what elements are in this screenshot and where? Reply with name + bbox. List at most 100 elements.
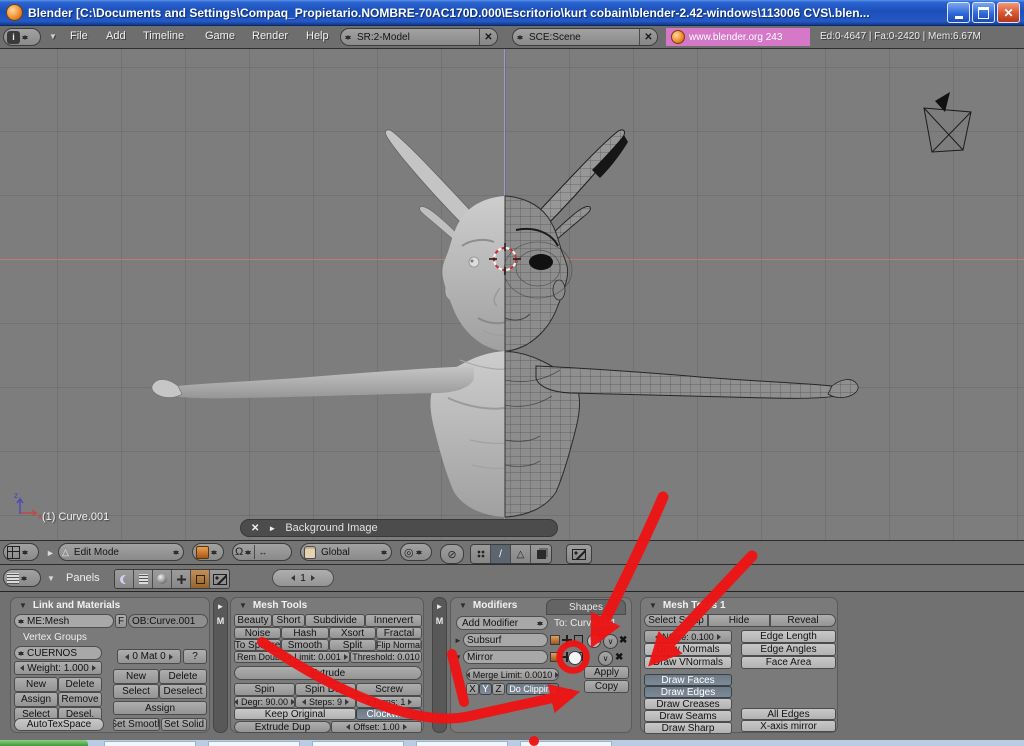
extrude-button[interactable]: Extrude bbox=[234, 666, 422, 680]
edge-select-button[interactable]: / bbox=[491, 545, 511, 563]
frame-number-field[interactable]: 1 bbox=[272, 569, 334, 587]
blender-version-banner[interactable]: www.blender.org 243 bbox=[666, 28, 810, 46]
draw-faces-toggle[interactable]: Draw Faces bbox=[644, 674, 732, 686]
flip-normal-button[interactable]: Flip Normal bbox=[376, 639, 422, 651]
expand-icon[interactable]: ► bbox=[217, 602, 225, 611]
set-smooth-button[interactable]: Set Smooth bbox=[113, 718, 160, 731]
collapse-modifier-button[interactable]: ∨ bbox=[598, 651, 613, 666]
menu-render[interactable]: Render bbox=[252, 30, 288, 42]
script-context-button[interactable] bbox=[134, 570, 153, 588]
logic-context-button[interactable] bbox=[115, 570, 134, 588]
short-toggle[interactable]: Short bbox=[272, 614, 305, 627]
vgroup-new-button[interactable]: New bbox=[14, 677, 58, 692]
cage-toggle-button[interactable] bbox=[568, 651, 582, 665]
draw-seams-toggle[interactable]: Draw Seams bbox=[644, 710, 732, 722]
x-axis-mirror-toggle[interactable]: X-axis mirror bbox=[741, 720, 836, 732]
collapse-modifier-button[interactable]: ∨ bbox=[603, 634, 618, 649]
material-new-button[interactable]: New bbox=[113, 669, 159, 684]
collapse-icon[interactable]: ▼ bbox=[459, 602, 467, 610]
orientation-selector[interactable]: Global bbox=[300, 543, 392, 561]
shading-context-button[interactable] bbox=[153, 570, 172, 588]
editor-type-selector[interactable] bbox=[3, 569, 41, 587]
menu-help[interactable]: Help bbox=[306, 30, 329, 42]
autotexspace-toggle[interactable]: AutoTexSpace bbox=[14, 718, 104, 731]
material-select-button[interactable]: Select bbox=[113, 684, 159, 699]
degrees-field[interactable]: Degr: 90.00 bbox=[234, 696, 295, 708]
material-delete-button[interactable]: Delete bbox=[159, 669, 207, 684]
collapse-icon[interactable]: ▼ bbox=[239, 602, 247, 610]
spin-dup-button[interactable]: Spin Dup bbox=[295, 683, 356, 696]
cage-toggle-button[interactable] bbox=[587, 634, 601, 648]
object-context-button[interactable] bbox=[172, 570, 191, 588]
delete-modifier-button[interactable]: ✖ bbox=[619, 635, 627, 646]
draw-creases-toggle[interactable]: Draw Creases bbox=[644, 698, 732, 710]
vertex-group-field[interactable]: CUERNOS bbox=[14, 646, 102, 660]
render-preview-button[interactable] bbox=[566, 544, 592, 564]
subdivide-button[interactable]: Subdivide bbox=[305, 614, 365, 627]
pivot-selector[interactable]: Ω ↔ bbox=[232, 543, 292, 561]
offset-field[interactable]: Offset: 1.00 bbox=[331, 721, 422, 733]
smooth-button[interactable]: Smooth bbox=[281, 639, 329, 651]
reveal-button[interactable]: Reveal bbox=[770, 614, 836, 627]
weight-field[interactable]: Weight: 1.000 bbox=[14, 661, 102, 675]
draw-type-selector[interactable] bbox=[192, 543, 224, 561]
render-toggle-icon[interactable] bbox=[550, 652, 560, 662]
taskbar-item[interactable] bbox=[104, 741, 196, 746]
window-titlebar[interactable]: Blender [C:\Documents and Settings\Compa… bbox=[0, 0, 1024, 26]
split-button[interactable]: Split bbox=[329, 639, 376, 651]
camera-wireframe[interactable] bbox=[924, 92, 971, 152]
modifier-name[interactable]: Mirror bbox=[467, 652, 493, 663]
face-area-toggle[interactable]: Face Area bbox=[741, 656, 836, 669]
fractal-button[interactable]: Fractal bbox=[376, 627, 422, 639]
vgroup-delete-button[interactable]: Delete bbox=[58, 677, 102, 692]
panel-header[interactable]: ▼ Mesh Tools 1 bbox=[641, 598, 837, 613]
all-edges-toggle[interactable]: All Edges bbox=[741, 708, 836, 720]
screen-selector[interactable]: SR:2-Model ✕ bbox=[340, 28, 498, 46]
collapse-menus-icon[interactable]: ▼ bbox=[49, 33, 57, 41]
material-assign-button[interactable]: Assign bbox=[113, 701, 207, 715]
material-deselect-button[interactable]: Deselect bbox=[159, 684, 207, 699]
panel-header[interactable]: ▼ Link and Materials bbox=[11, 598, 209, 613]
modifier-name[interactable]: Subsurf bbox=[467, 635, 501, 646]
collapse-icon[interactable]: ▼ bbox=[649, 602, 657, 610]
collapse-icon[interactable]: ▼ bbox=[454, 653, 462, 662]
steps-field[interactable]: Steps: 9 bbox=[295, 696, 356, 708]
screen-delete-button[interactable]: ✕ bbox=[479, 29, 497, 45]
close-button[interactable]: ✕ bbox=[997, 2, 1020, 23]
nsize-field[interactable]: NSize: 0.100 bbox=[644, 630, 732, 643]
proportional-falloff-selector[interactable]: ◎ bbox=[400, 543, 432, 561]
menu-game[interactable]: Game bbox=[205, 30, 235, 42]
add-modifier-menu[interactable]: Add Modifier bbox=[456, 616, 548, 630]
hash-button[interactable]: Hash bbox=[281, 627, 329, 639]
turns-field[interactable]: Turns: 1 bbox=[356, 696, 422, 708]
panel-header[interactable]: ▼ Mesh Tools bbox=[231, 598, 423, 613]
expand-icon[interactable]: ► bbox=[436, 602, 444, 611]
interactive-toggle-icon[interactable] bbox=[562, 635, 572, 645]
minimize-button[interactable] bbox=[947, 2, 970, 23]
set-solid-button[interactable]: Set Solid bbox=[161, 718, 207, 731]
vgroup-remove-button[interactable]: Remove bbox=[58, 692, 102, 707]
modifier-name-field[interactable]: Subsurf bbox=[463, 633, 548, 647]
vgroup-assign-button[interactable]: Assign bbox=[14, 692, 58, 707]
spin-button[interactable]: Spin bbox=[234, 683, 295, 696]
mirror-x-toggle[interactable]: X bbox=[466, 683, 479, 695]
edge-length-toggle[interactable]: Edge Length bbox=[741, 630, 836, 643]
limit-field[interactable]: Limit: 0.001 bbox=[285, 651, 350, 663]
draw-sharp-toggle[interactable]: Draw Sharp bbox=[644, 722, 732, 734]
viewport-scene[interactable]: z x bbox=[0, 48, 1024, 540]
tab-shapes[interactable]: Shapes bbox=[546, 599, 626, 615]
face-select-button[interactable]: △ bbox=[511, 545, 531, 563]
screen-name[interactable]: SR:2-Model bbox=[354, 32, 477, 43]
panels-menu[interactable]: Panels bbox=[66, 572, 100, 584]
start-button[interactable] bbox=[0, 740, 88, 746]
threshold-field[interactable]: Threshold: 0.010 bbox=[350, 651, 422, 663]
select-swap-button[interactable]: Select Swap bbox=[644, 614, 708, 627]
draw-normals-toggle[interactable]: Draw Normals bbox=[644, 643, 732, 656]
vertex-select-button[interactable] bbox=[471, 545, 491, 563]
occlude-toggle[interactable] bbox=[531, 545, 551, 563]
scene-context-button[interactable] bbox=[210, 570, 229, 588]
blender-org-link[interactable]: www.blender.org 243 bbox=[689, 32, 782, 43]
material-query-button[interactable]: ? bbox=[183, 649, 207, 664]
collapse-menus-icon[interactable]: ▼ bbox=[47, 574, 55, 583]
taskbar-item[interactable] bbox=[208, 741, 300, 746]
